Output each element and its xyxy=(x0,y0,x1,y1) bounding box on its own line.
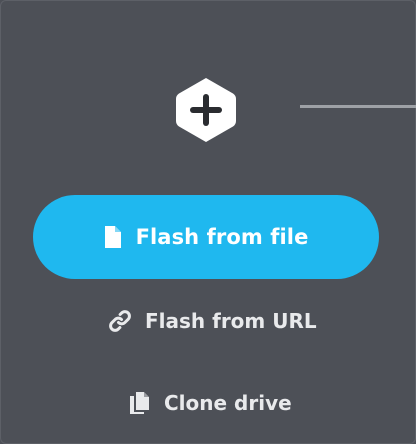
clone-drive-label: Clone drive xyxy=(164,391,292,415)
copy-icon xyxy=(129,391,151,415)
step-connector-line xyxy=(300,105,416,108)
flash-from-url-button[interactable]: Flash from URL xyxy=(108,306,317,336)
flash-from-file-button[interactable]: Flash from file xyxy=(33,195,379,279)
link-icon xyxy=(108,309,132,333)
clone-drive-button[interactable]: Clone drive xyxy=(129,388,292,418)
hexagon-plus-icon xyxy=(174,76,238,144)
file-icon xyxy=(104,225,122,249)
flash-from-file-label: Flash from file xyxy=(135,225,309,249)
flash-from-url-label: Flash from URL xyxy=(145,309,317,333)
